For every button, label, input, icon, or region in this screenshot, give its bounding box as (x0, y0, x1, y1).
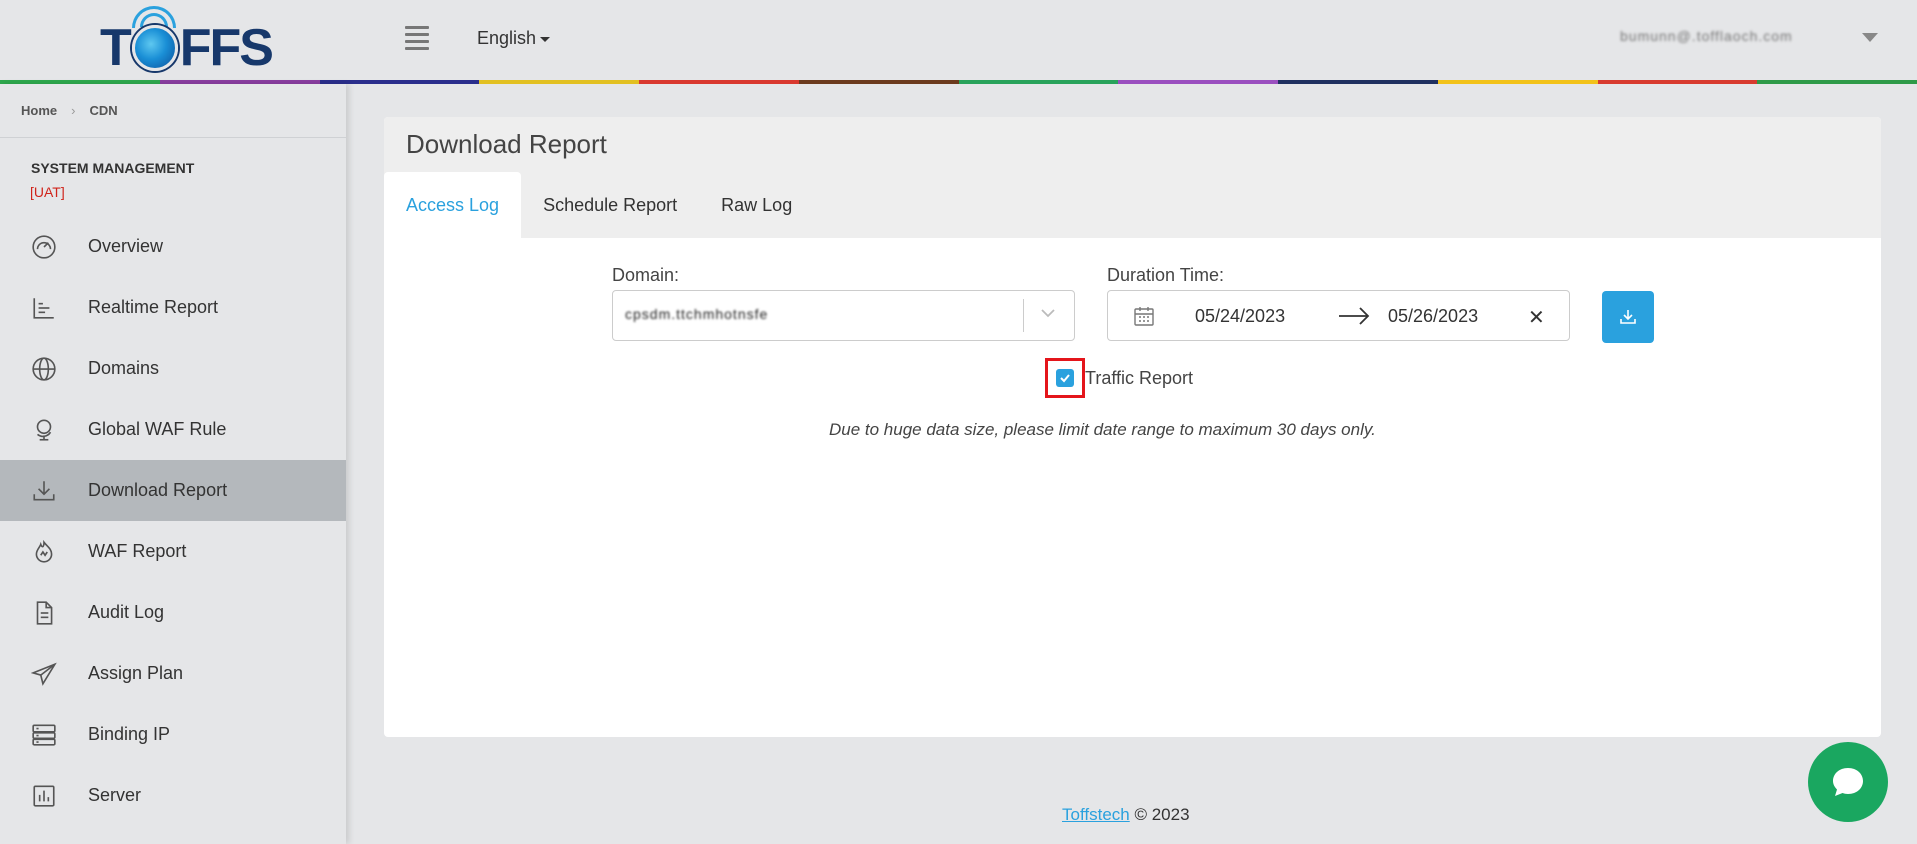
card-header: Download Report Access Log Schedule Repo… (384, 117, 1881, 238)
date-range-picker[interactable]: 05/24/2023 05/26/2023 ✕ (1107, 290, 1570, 341)
breadcrumb: Home › CDN (0, 84, 346, 138)
language-label: English (477, 28, 537, 48)
sidebar: Home › CDN SYSTEM MANAGEMENT [UAT] Overv… (0, 84, 346, 844)
stripe-segment (479, 80, 639, 84)
user-email[interactable]: bumunn@.tofflaoch.com (1620, 28, 1793, 44)
sidebar-item-server[interactable]: Server (0, 765, 346, 826)
logo-text: T FFS (100, 18, 274, 78)
report-tabs: Access Log Schedule Report Raw Log (384, 172, 814, 238)
domain-value: cpsdm.ttchmhotnsfe (625, 306, 769, 322)
section-title: SYSTEM MANAGEMENT (31, 160, 195, 176)
sidebar-item-binding-ip[interactable]: Binding IP (0, 704, 346, 765)
sidebar-item-global-waf-rule[interactable]: Global WAF Rule (0, 399, 346, 460)
logo-globe-icon (131, 25, 178, 71)
caret-down-icon (540, 36, 551, 42)
date-range-note: Due to huge data size, please limit date… (829, 420, 1376, 439)
stripe-segment (1278, 80, 1438, 84)
tab-schedule-report[interactable]: Schedule Report (521, 172, 699, 238)
stripe-segment (958, 80, 1119, 84)
sidebar-item-label: Global WAF Rule (88, 419, 227, 439)
sidebar-item-realtime-report[interactable]: Realtime Report (0, 277, 346, 338)
sidebar-item-label: Server (88, 785, 142, 805)
select-divider (1023, 299, 1024, 332)
sidebar-item-domains[interactable]: Domains (0, 338, 346, 399)
server-stack-icon (31, 722, 57, 748)
chat-bubble-icon (1833, 768, 1863, 796)
globe-icon (31, 356, 57, 382)
toffs-logo[interactable]: T FFS (100, 6, 274, 77)
env-tag: [UAT] (30, 184, 65, 200)
date-end-input[interactable]: 05/26/2023 (1388, 306, 1478, 327)
traffic-report-label[interactable]: Traffic Report (1085, 368, 1193, 389)
stripe-segment (1118, 80, 1278, 84)
user-menu-caret-icon[interactable] (1862, 33, 1878, 42)
menu-toggle-icon[interactable] (405, 26, 429, 50)
download-button[interactable] (1602, 291, 1654, 343)
gauge-icon (31, 234, 57, 260)
breadcrumb-home[interactable]: Home (21, 103, 57, 118)
fire-icon (31, 539, 57, 565)
chat-button[interactable] (1808, 742, 1888, 822)
sidebar-item-overview[interactable]: Overview (0, 216, 346, 277)
logo-letters-ffs: FFS (179, 19, 274, 77)
chevron-right-icon: › (71, 103, 76, 118)
tab-raw-log[interactable]: Raw Log (699, 172, 814, 238)
sidebar-item-label: Audit Log (88, 602, 165, 622)
logo-letter-t: T (100, 19, 132, 77)
language-dropdown[interactable]: English (477, 28, 551, 49)
stripe-segment (639, 80, 799, 84)
globe-stand-icon (31, 417, 57, 443)
chevron-down-icon[interactable] (1040, 305, 1056, 321)
check-icon (1060, 374, 1070, 383)
paper-plane-icon (31, 661, 57, 687)
calendar-icon (1134, 307, 1154, 326)
footer-link[interactable]: Toffstech (1062, 805, 1130, 824)
tab-access-log[interactable]: Access Log (384, 172, 522, 238)
download-icon (31, 478, 57, 504)
sidebar-item-audit-log[interactable]: Audit Log (0, 582, 346, 643)
sidebar-menu: Overview Realtime Report Domains Global … (0, 216, 346, 826)
top-bar: T FFS English bumunn@.tofflaoch.com (0, 0, 1917, 80)
sidebar-item-label: Assign Plan (88, 663, 184, 683)
sidebar-item-label: Overview (88, 236, 164, 256)
footer: Toffstech © 2023 (1062, 805, 1190, 825)
footer-copyright: © 2023 (1129, 805, 1190, 824)
sidebar-item-label: Realtime Report (88, 297, 219, 317)
stripe-segment (1597, 80, 1758, 84)
stripe-segment (798, 80, 959, 84)
sidebar-item-download-report[interactable]: Download Report (0, 460, 346, 521)
sidebar-item-label: WAF Report (88, 541, 187, 561)
domain-select[interactable]: cpsdm.ttchmhotnsfe (612, 290, 1075, 341)
clear-icon[interactable]: ✕ (1528, 305, 1545, 330)
traffic-report-highlight (1045, 358, 1085, 398)
domain-label: Domain: (612, 265, 680, 285)
sidebar-item-waf-report[interactable]: WAF Report (0, 521, 346, 582)
chart-box-icon (31, 783, 57, 809)
sidebar-item-label: Domains (88, 358, 160, 378)
page-title: Download Report (406, 129, 607, 159)
document-icon (31, 600, 57, 626)
sidebar-item-assign-plan[interactable]: Assign Plan (0, 643, 346, 704)
traffic-report-checkbox[interactable] (1056, 369, 1074, 387)
sidebar-item-label: Binding IP (88, 724, 171, 744)
breadcrumb-current: CDN (89, 103, 118, 118)
sidebar-item-label: Download Report (88, 480, 228, 500)
stripe-segment (1437, 80, 1598, 84)
bar-chart-icon (31, 295, 57, 321)
duration-label: Duration Time: (1107, 265, 1225, 285)
arrow-right-icon (1339, 307, 1370, 325)
date-start-input[interactable]: 05/24/2023 (1195, 306, 1285, 327)
download-icon (1620, 310, 1636, 324)
stripe-segment (1757, 80, 1917, 84)
